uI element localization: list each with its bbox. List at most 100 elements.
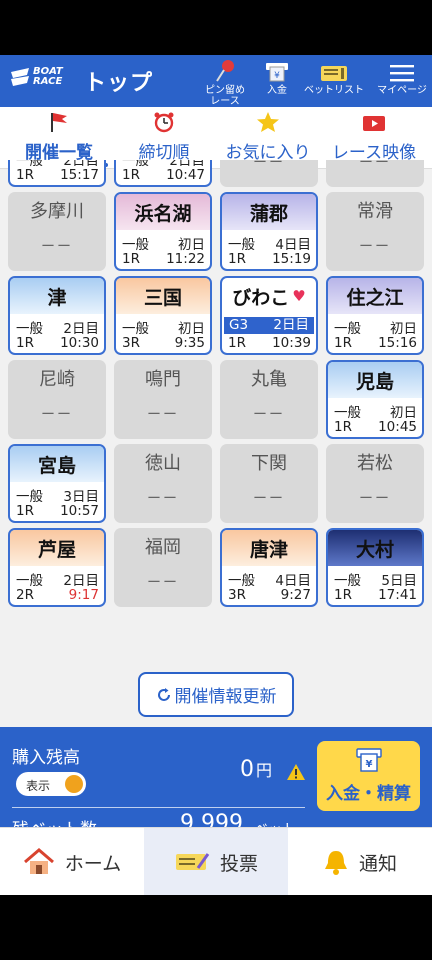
bet-ticket-icon xyxy=(175,853,210,870)
venue-grade: G3 xyxy=(229,317,249,333)
venue-card[interactable]: 徳山 ーー xyxy=(114,444,212,523)
header-deposit-button[interactable]: ¥ 入金 xyxy=(258,57,296,105)
venue-card[interactable]: 三国 一般 初日 3R 9:35 xyxy=(114,276,212,355)
venue-card[interactable]: ーー xyxy=(326,160,424,187)
race-number: 1R xyxy=(228,335,246,351)
app-screen: BOAT RACE トップ ピン留め レース ¥ 入金 ベットリスト マイページ… xyxy=(0,55,432,895)
venue-day: 2日目 xyxy=(63,321,99,337)
venue-grade: 一般 xyxy=(122,237,149,253)
deadline-time: 15:19 xyxy=(272,251,311,267)
venue-day: 2日目 xyxy=(63,573,99,589)
bottom-nav-bet[interactable]: 投票 xyxy=(144,828,288,895)
venue-card-header: 常滑 xyxy=(326,192,424,228)
venue-no-race-dash: ーー xyxy=(359,239,391,255)
venue-card[interactable]: 芦屋 一般 2日目 2R 9:17 xyxy=(8,528,106,607)
bottom-nav-home-label: ホーム xyxy=(64,852,122,875)
venue-name: 下関 xyxy=(251,453,287,474)
venue-grade-day: 一般 初日 xyxy=(122,233,205,253)
header-betlist-button[interactable]: ベットリスト xyxy=(302,57,366,105)
venue-name: びわこ xyxy=(232,286,290,309)
venue-grade: 一般 xyxy=(122,321,149,337)
warning-icon xyxy=(287,764,305,780)
venue-card[interactable]: 一般 2日目 1R 15:17 xyxy=(8,160,106,187)
venue-card[interactable]: 下関 ーー xyxy=(220,444,318,523)
header-mypage-button[interactable]: マイページ xyxy=(372,57,432,105)
balance-divider xyxy=(12,807,305,808)
venue-day: 初日 xyxy=(178,237,205,253)
page-title: トップ xyxy=(84,71,154,96)
balance-visibility-toggle[interactable]: 表示 xyxy=(16,772,86,796)
venue-grade-day: 一般 2日目 xyxy=(16,317,99,337)
deadline-time: 17:41 xyxy=(378,587,417,603)
boatrace-logo[interactable]: BOAT RACE xyxy=(10,66,63,88)
venue-card[interactable]: 若松 ーー xyxy=(326,444,424,523)
race-number: 1R xyxy=(16,167,34,183)
refresh-venue-info-label: 開催情報更新 xyxy=(174,687,277,707)
venue-card-header: 津 xyxy=(10,278,104,314)
venue-card-header: 住之江 xyxy=(328,278,422,314)
home-icon xyxy=(23,848,54,874)
bottom-navigation: ホーム 投票 通知 xyxy=(0,827,432,895)
venue-card[interactable]: 福岡 ーー xyxy=(114,528,212,607)
venue-next-race: 1R 10:57 xyxy=(16,503,99,519)
flag-icon xyxy=(51,113,67,132)
venue-card[interactable]: 住之江 一般 初日 1R 15:16 xyxy=(326,276,424,355)
logo-text-line2: RACE xyxy=(33,76,63,87)
venue-name: 徳山 xyxy=(145,453,181,474)
venue-card[interactable]: 鳴門 ーー xyxy=(114,360,212,439)
venue-grade: 一般 xyxy=(16,573,43,589)
favorite-heart-icon: ♥ xyxy=(292,287,306,305)
venue-card-header: 浜名湖 xyxy=(116,194,210,230)
venue-card[interactable]: 唐津 一般 4日目 3R 9:27 xyxy=(220,528,318,607)
race-number: 1R xyxy=(334,587,352,603)
race-number: 3R xyxy=(122,335,140,351)
venue-name: 多摩川 xyxy=(30,201,84,222)
deadline-time: 10:45 xyxy=(378,419,417,435)
venue-next-race: 1R 15:17 xyxy=(16,167,99,183)
venue-no-race-dash: ーー xyxy=(253,407,285,423)
venue-card[interactable]: ーー xyxy=(220,160,318,187)
deadline-time: 10:30 xyxy=(60,335,99,351)
venue-card[interactable]: 一般 2日目 1R 10:47 xyxy=(114,160,212,187)
venue-grade: 一般 xyxy=(16,321,43,337)
deposit-settle-button[interactable]: ¥ 入金・精算 xyxy=(317,741,420,811)
ticket-icon xyxy=(321,66,347,81)
venue-name: 尼崎 xyxy=(39,369,75,390)
venue-day: 5日目 xyxy=(381,573,417,589)
venue-next-race: 1R 11:22 xyxy=(122,251,205,267)
refresh-venue-info-button[interactable]: 開催情報更新 xyxy=(138,672,294,717)
pin-icon xyxy=(216,60,234,82)
venue-card[interactable]: 蒲郡 一般 4日目 1R 15:19 xyxy=(220,192,318,271)
venue-no-race-dash: ーー xyxy=(253,160,285,171)
venue-card[interactable]: 浜名湖一般 初日 1R 11:22 xyxy=(114,192,212,271)
venue-card-header: びわこ ♥ xyxy=(222,278,316,314)
race-number: 1R xyxy=(334,335,352,351)
venue-card[interactable]: 児島 一般 初日 1R 10:45 xyxy=(326,360,424,439)
header-pin-button[interactable]: ピン留め レース xyxy=(200,57,250,107)
venue-grid: 一般 2日目 1R 15:17 一般 2日目 1R 10:47 ーー ーー 多摩川 ーー 浜名湖 一般 初日… xyxy=(8,160,424,690)
venue-card[interactable]: 丸亀 ーー xyxy=(220,360,318,439)
bottom-nav-notifications[interactable]: 通知 xyxy=(288,828,432,895)
venue-grade: 一般 xyxy=(334,573,361,589)
venue-grade-day: 一般 4日目 xyxy=(228,233,311,253)
venue-card[interactable]: 多摩川 ーー xyxy=(8,192,106,271)
venue-card[interactable]: 大村 一般 5日目 1R 17:41 xyxy=(326,528,424,607)
venue-grade: 一般 xyxy=(228,573,255,589)
venue-no-race-dash: ーー xyxy=(41,239,73,255)
venue-card-header: 徳山 xyxy=(114,444,212,480)
venue-next-race: 1R 10:39 xyxy=(228,335,311,351)
venue-grade: 一般 xyxy=(334,321,361,337)
header-betlist-label: ベットリスト xyxy=(304,85,364,96)
venue-card[interactable]: 宮島 一般 3日目 1R 10:57 xyxy=(8,444,106,523)
venue-card[interactable]: 常滑 ーー xyxy=(326,192,424,271)
race-number: 1R xyxy=(16,503,34,519)
venue-next-race: 1R 10:47 xyxy=(122,167,205,183)
bottom-nav-home[interactable]: ホーム xyxy=(0,828,144,895)
venue-card[interactable]: びわこ ♥ G3 2日目 1R 10:39 xyxy=(220,276,318,355)
venue-card-header: 若松 xyxy=(326,444,424,480)
race-number: 1R xyxy=(334,419,352,435)
venue-card[interactable]: 津一般 2日目 1R 10:30 xyxy=(8,276,106,355)
deadline-time: 15:17 xyxy=(60,167,99,183)
venue-card[interactable]: 尼崎 ーー xyxy=(8,360,106,439)
deadline-time: 10:47 xyxy=(166,167,205,183)
